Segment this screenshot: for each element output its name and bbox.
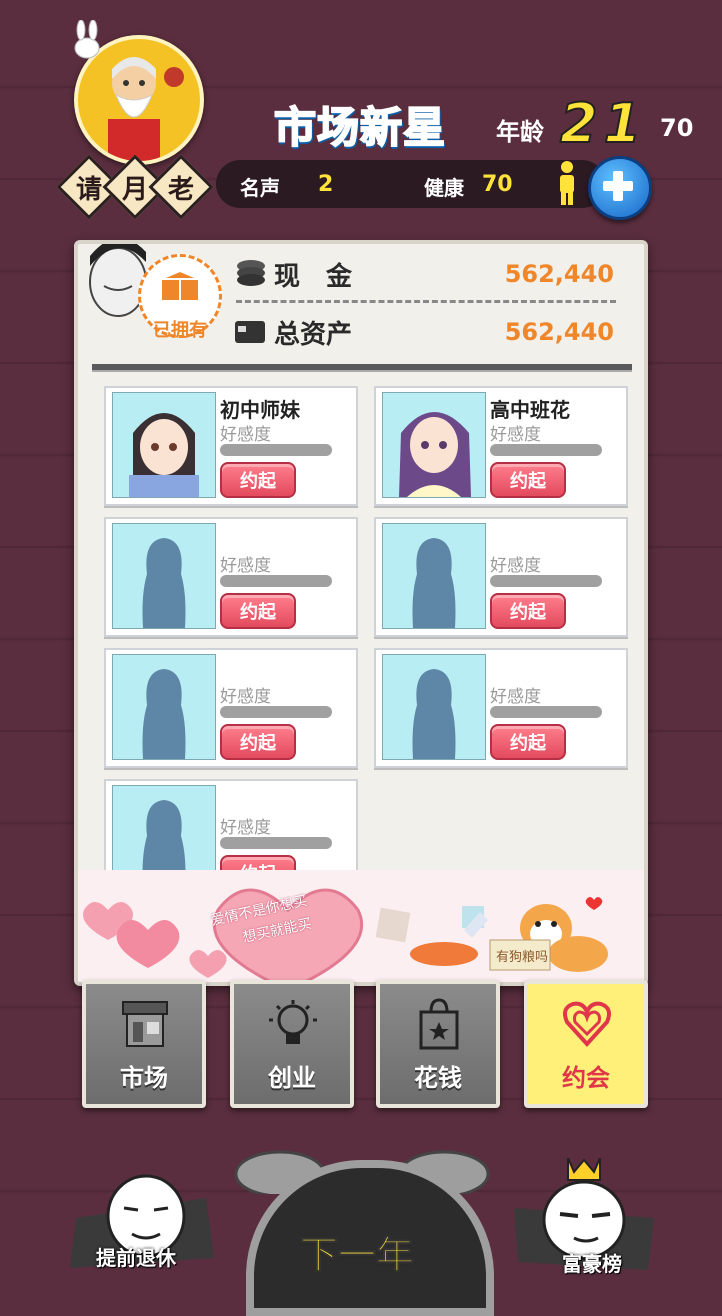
girl-card-6: 好感度 约起 [374,648,628,768]
girl-silhouette-icon [412,669,456,759]
date-button[interactable]: 约起 [220,593,296,629]
girl-portrait-image [129,413,199,497]
girl-card-1: 初中师妹 好感度 约起 [104,386,358,506]
affection-bar [220,444,332,456]
shopping-bag-icon [419,998,459,1050]
tab-label: 约会 [562,1064,610,1092]
panel-divider [92,364,632,372]
date-button[interactable]: 约起 [490,724,566,760]
silhouette-portrait [112,654,216,760]
silhouette-portrait [382,523,486,629]
girl-portrait-image [399,412,471,497]
rich-list-label: 富豪榜 [562,1252,622,1276]
date-button[interactable]: 约起 [490,462,566,498]
silhouette-portrait [112,523,216,629]
girl-silhouette-icon [142,538,186,628]
girl-card-4: 好感度 约起 [374,517,628,637]
girl-card-3: 好感度 约起 [104,517,358,637]
total-assets-label: 总资产 [274,320,353,350]
box-icon [160,269,200,302]
dog-sign: 有狗粮吗 [496,950,549,965]
fame-value: 2 [318,172,334,197]
girl-portrait [382,392,486,498]
affection-label: 好感度 [490,687,541,707]
person-icon [560,161,574,205]
age-total: 70 [660,114,694,142]
date-button[interactable]: 约起 [220,724,296,760]
finance-divider [236,300,616,303]
affection-bar [220,575,332,587]
girl-portrait [112,392,216,498]
shop-icon [122,1001,168,1047]
affection-bar [220,706,332,718]
rich-list-button[interactable]: 富豪榜 [508,1158,658,1276]
owned-label: 已拥有 [153,320,207,341]
affection-label: 好感度 [490,425,541,445]
matchmaker-tag-3[interactable]: 老 [148,154,214,220]
affection-label: 好感度 [220,556,271,576]
tab-market[interactable]: 市场 [82,980,206,1108]
affection-bar [490,444,602,456]
girl-card-5: 好感度 约起 [104,648,358,768]
retire-button[interactable]: 提前退休 [66,1158,216,1276]
health-value: 70 [482,172,513,197]
total-assets-value: 562,440 [504,318,614,346]
dating-panel: 已拥有 现 金 562,440 总资产 562,440 初中师妹 好感度 约起 [74,240,648,986]
date-button[interactable]: 约起 [220,462,296,498]
cash-value: 562,440 [504,260,614,288]
affection-label: 好感度 [490,556,541,576]
lightbulb-icon [269,1000,317,1044]
rabbit-icon [74,20,100,59]
affection-bar [220,837,332,849]
next-year-label: 下一年 [299,1233,415,1278]
plus-icon [603,171,633,201]
girl-name: 高中班花 [490,398,570,422]
heart-icon [563,1001,611,1047]
date-button[interactable]: 约起 [490,593,566,629]
card-icon [235,321,265,343]
tab-spend[interactable]: 花钱 [376,980,500,1108]
age-current: 21 [559,91,648,156]
affection-bar [490,575,602,587]
affection-bar [490,706,602,718]
retire-label: 提前退休 [96,1246,176,1270]
age-label: 年龄 [496,118,544,146]
tab-startup[interactable]: 创业 [230,980,354,1108]
health-label: 健康 [424,176,464,200]
affection-label: 好感度 [220,687,271,707]
affection-label: 好感度 [220,818,271,838]
girl-silhouette-icon [142,669,186,759]
hearts-decoration [83,888,608,982]
love-banner: 爱情不是你想买 想买就能买 有狗粮吗 [78,870,644,982]
tab-label: 创业 [268,1064,316,1092]
affection-label: 好感度 [220,425,271,445]
tab-dating[interactable]: 约会 [524,980,648,1108]
girl-silhouette-icon [412,538,456,628]
cash-label: 现 金 [274,262,353,292]
add-health-button[interactable] [588,156,652,220]
girl-card-2: 高中班花 好感度 约起 [374,386,628,506]
girl-name: 初中师妹 [220,398,300,422]
career-title: 市场新星 [273,102,447,153]
coin-stack-icon [237,260,265,286]
tab-label: 市场 [120,1064,168,1092]
tab-label: 花钱 [414,1064,462,1092]
fame-label: 名声 [240,176,280,200]
silhouette-portrait [382,654,486,760]
